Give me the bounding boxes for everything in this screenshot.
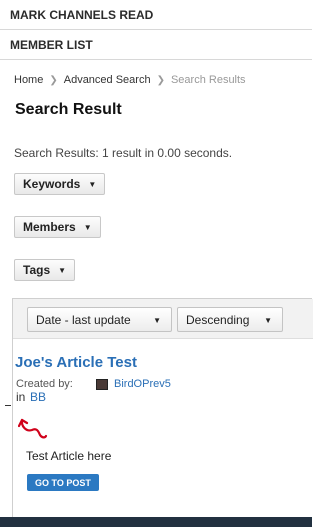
result-excerpt: Test Article here (26, 449, 112, 463)
breadcrumb-current: Search Results (170, 74, 246, 86)
chevron-down-icon: ▼ (83, 222, 92, 232)
footer-bar (0, 517, 312, 527)
tags-filter-button[interactable]: Tags ▼ (14, 259, 76, 281)
result-title-link[interactable]: Joe's Article Test (15, 354, 137, 371)
chevron-down-icon: ▼ (88, 179, 97, 189)
results-panel: Date - last update ▼ Descending ▼ Joe's … (12, 298, 313, 517)
go-to-post-button[interactable]: GO TO POST (27, 474, 99, 491)
chevron-right-icon: ❯ (49, 74, 58, 86)
members-filter-button[interactable]: Members ▼ (14, 216, 101, 238)
keywords-filter-label: Keywords (23, 177, 81, 191)
sort-field-value: Date - last update (36, 312, 131, 327)
sort-field-select[interactable]: Date - last update ▼ (27, 307, 172, 332)
channel-link[interactable]: BB (30, 390, 46, 404)
breadcrumb: Home ❯ Advanced Search ❯ Search Results (14, 74, 246, 86)
created-by-label: Created by: (16, 378, 73, 390)
nav-mark-channels-read[interactable]: MARK CHANNELS READ (0, 0, 312, 30)
chevron-down-icon: ▼ (58, 265, 67, 275)
page-title: Search Result (15, 101, 122, 118)
sort-order-select[interactable]: Descending ▼ (177, 307, 283, 332)
chevron-right-icon: ❯ (156, 74, 165, 86)
tags-filter-label: Tags (23, 263, 51, 277)
in-label: in (16, 390, 26, 404)
keywords-filter-button[interactable]: Keywords ▼ (14, 173, 106, 195)
edge-tick-mark (5, 405, 11, 406)
breadcrumb-advanced-search[interactable]: Advanced Search (64, 74, 151, 86)
members-filter-label: Members (23, 220, 76, 234)
results-summary: Search Results: 1 result in 0.00 seconds… (14, 146, 233, 160)
breadcrumb-home[interactable]: Home (14, 74, 43, 86)
nav-member-list[interactable]: MEMBER LIST (0, 30, 312, 60)
chevron-down-icon: ▼ (153, 316, 161, 325)
chevron-down-icon: ▼ (264, 316, 272, 325)
avatar[interactable] (96, 379, 108, 390)
sort-order-value: Descending (186, 312, 250, 327)
sort-bar: Date - last update ▼ Descending ▼ (13, 299, 313, 339)
hand-drawn-arrow-icon (18, 418, 48, 439)
author-link[interactable]: BirdOPrev5 (114, 378, 171, 390)
